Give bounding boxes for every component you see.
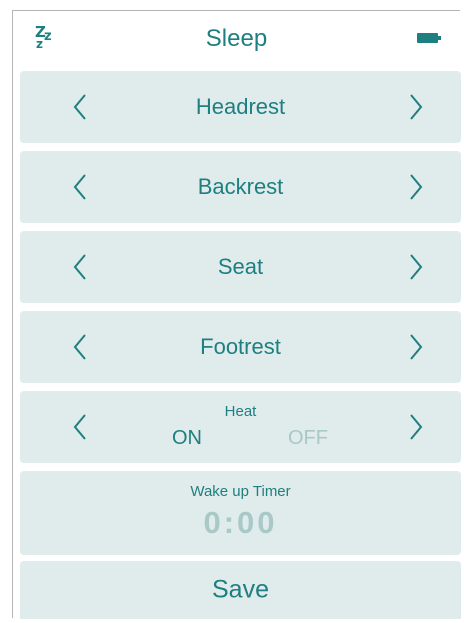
footrest-label: Footrest [200,334,281,359]
sleep-screen: Zzz Sleep Headrest Backrest Seat Footres… [12,10,461,619]
backrest-label: Backrest [197,174,284,199]
heat-off-option[interactable]: OFF [288,427,328,450]
heat-on-option[interactable]: ON [172,427,202,450]
footrest-next-chevron-right-icon[interactable] [404,332,428,362]
heat-next-chevron-right-icon[interactable] [404,412,428,442]
headrest-label: Headrest [195,94,286,119]
backrest-control: Backrest [20,151,461,223]
timer-value: 0:00 [203,505,278,540]
headrest-next-chevron-right-icon[interactable] [404,92,428,122]
heat-title: Heat [224,403,257,420]
header-bar: Zzz Sleep [13,11,460,71]
seat-label: Seat [217,254,264,279]
headrest-control: Headrest [20,71,461,143]
heat-control: Heat ON OFF [20,391,461,463]
save-button[interactable]: Save [20,561,461,619]
timer-title: Wake up Timer [190,483,291,500]
seat-next-chevron-right-icon[interactable] [404,252,428,282]
page-title: Sleep [205,25,268,52]
save-label: Save [212,575,269,604]
footrest-control: Footrest [20,311,461,383]
battery-icon [417,33,441,43]
wake-up-timer[interactable]: Wake up Timer 0:00 [20,471,461,555]
seat-control: Seat [20,231,461,303]
backrest-next-chevron-right-icon[interactable] [404,172,428,202]
